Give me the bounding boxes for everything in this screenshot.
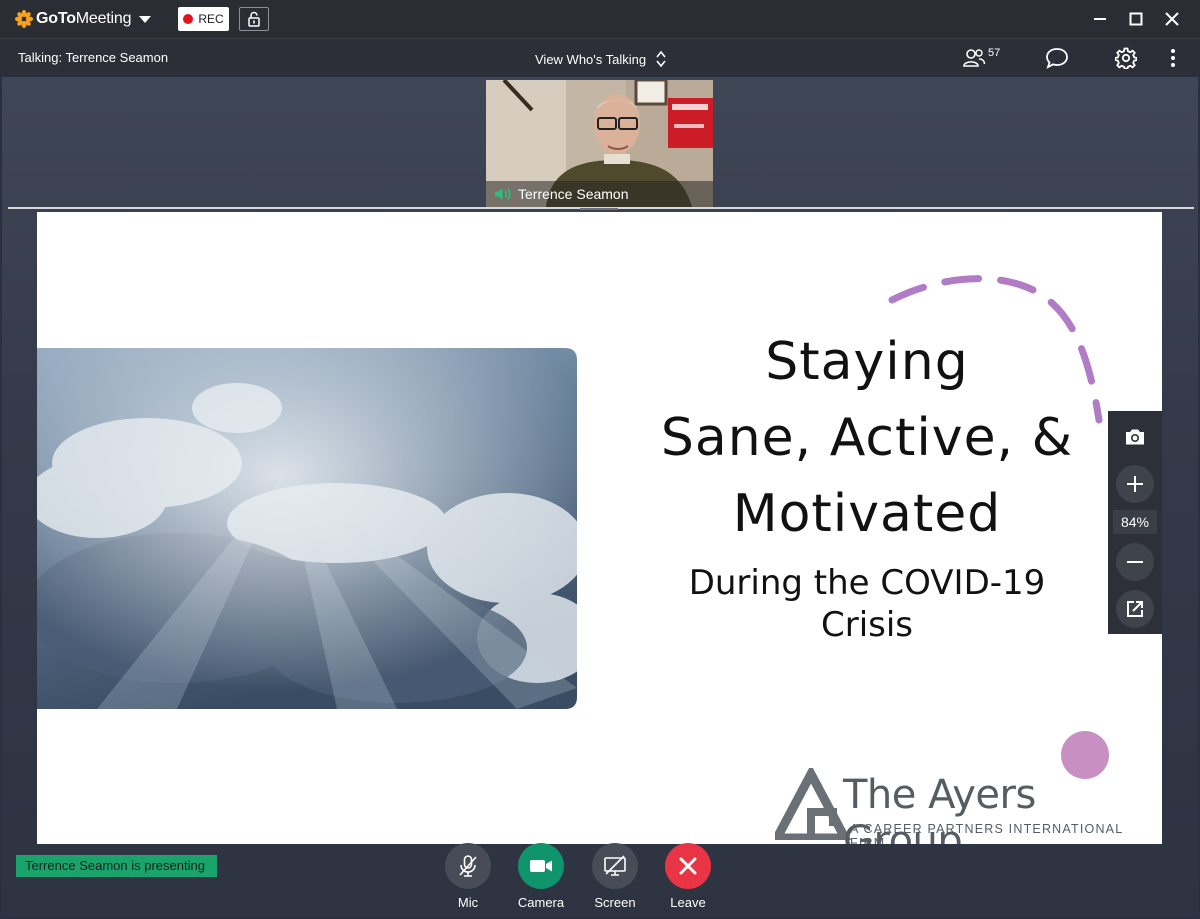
camera-label: Camera [517,895,565,910]
leave-circle[interactable] [665,843,711,889]
zoom-level: 84% [1113,510,1157,534]
meeting-toolbar: Talking: Terrence Seamon View Who's Talk… [0,38,1200,76]
more-vertical-icon [1171,49,1175,67]
slide-subtitle-line-1: During the COVID-19 [688,563,1046,603]
screen-button[interactable]: Screen [585,843,645,910]
people-icon [963,49,986,67]
slide-title: Staying Sane, Active, & Motivated During… [627,324,1107,646]
sunlit-clouds-image [37,348,577,709]
minimize-button[interactable] [1082,0,1118,38]
chevron-down-icon [139,15,152,23]
attendees-button[interactable]: 57 [962,45,1000,71]
settings-button[interactable] [1113,45,1139,71]
lock-meeting-button[interactable] [239,7,269,31]
close-icon [1165,12,1179,26]
record-button[interactable]: REC [178,7,229,31]
camera-snapshot-icon [1126,429,1144,445]
title-bar: GoToMeeting REC [0,0,1200,38]
more-options-button[interactable] [1163,45,1183,71]
external-window-icon [1127,601,1143,617]
gotomeeting-logo-icon [14,9,34,29]
ayers-group-tagline: A CAREER PARTNERS INTERNATIONAL FIRM [850,822,1123,844]
minimize-icon [1094,18,1106,20]
record-dot-icon [183,14,194,24]
presenting-status: Terrence Seamon is presenting [16,855,217,877]
speaker-active-icon [495,188,511,200]
snapshot-button[interactable] [1116,418,1154,456]
plus-icon [1127,476,1143,492]
slide-subtitle-line-2: Crisis [820,605,914,645]
chat-bubble-icon [1046,48,1068,69]
close-icon [679,857,697,875]
mic-label: Mic [457,895,479,910]
microphone-muted-icon [459,855,477,877]
close-button[interactable] [1154,0,1190,38]
resize-handle[interactable] [580,208,618,210]
maximize-icon [1129,12,1143,26]
screen-circle[interactable] [592,843,638,889]
webcam-video-tile[interactable]: Terrence Seamon [486,80,713,207]
video-camera-icon [530,860,552,872]
chat-button[interactable] [1044,45,1070,71]
camera-button[interactable]: Camera [511,843,571,910]
leave-label: Leave [670,895,706,910]
app-menu[interactable]: GoToMeeting [14,9,152,29]
zoom-in-button[interactable] [1116,465,1154,503]
slide-title-line-3: Motivated [732,484,1002,544]
minus-icon [1127,561,1143,563]
shared-screen: Staying Sane, Active, & Motivated During… [37,212,1162,844]
video-name-bar: Terrence Seamon [486,181,713,207]
leave-button[interactable]: Leave [658,843,718,910]
view-whos-talking-label: View Who's Talking [535,51,647,67]
gear-icon [1115,47,1137,69]
record-label: REC [198,12,224,26]
zoom-panel: 84% [1108,411,1162,634]
slide-title-line-1: Staying [765,332,969,392]
participant-name: Terrence Seamon [518,186,629,202]
screen-label: Screen [594,895,636,910]
mic-circle[interactable] [445,843,491,889]
pop-out-button[interactable] [1116,590,1154,628]
slide-title-line-2: Sane, Active, & [660,408,1074,468]
zoom-out-button[interactable] [1116,543,1154,581]
camera-circle[interactable] [518,843,564,889]
chevron-up-down-icon [656,50,666,68]
view-whos-talking-selector[interactable]: View Who's Talking [535,50,666,68]
mic-button[interactable]: Mic [438,843,498,910]
app-title: GoToMeeting [36,10,132,27]
talking-indicator: Talking: Terrence Seamon [18,50,169,65]
attendee-count: 57 [988,47,1001,59]
maximize-button[interactable] [1118,0,1154,38]
unlock-icon [248,11,260,27]
screen-share-off-icon [604,855,626,876]
